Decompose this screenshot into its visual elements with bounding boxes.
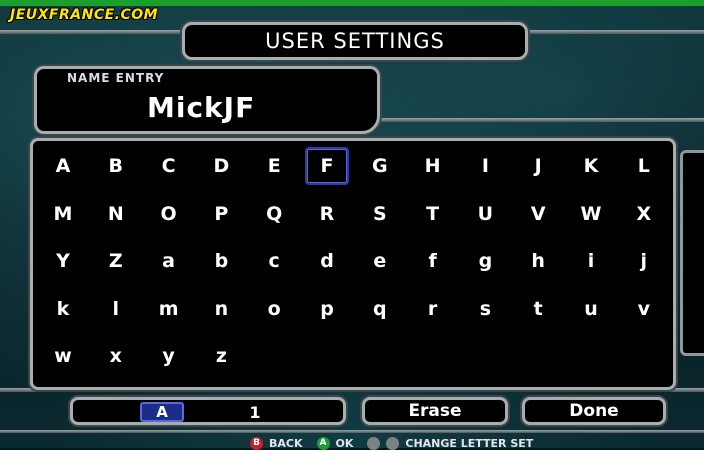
key-W[interactable]: W	[569, 195, 613, 233]
key-L[interactable]: L	[622, 147, 666, 185]
frame-line-lower	[0, 430, 704, 433]
right-side-tab	[680, 150, 704, 356]
key-l[interactable]: l	[94, 290, 138, 328]
key-E[interactable]: E	[252, 147, 296, 185]
key-B[interactable]: B	[94, 147, 138, 185]
key-U[interactable]: U	[463, 195, 507, 233]
key-t[interactable]: t	[516, 290, 560, 328]
key-M[interactable]: M	[41, 195, 85, 233]
key-q[interactable]: q	[358, 290, 402, 328]
name-entry-label: NAME ENTRY	[67, 71, 165, 85]
name-entry-value[interactable]: MickJF	[147, 91, 255, 124]
key-p[interactable]: p	[305, 290, 349, 328]
frame-line-top-left	[0, 30, 182, 34]
key-V[interactable]: V	[516, 195, 560, 233]
key-u[interactable]: u	[569, 290, 613, 328]
key-J[interactable]: J	[516, 147, 560, 185]
frame-line-mid-right	[380, 118, 704, 122]
key-F[interactable]: F	[305, 147, 349, 185]
key-e[interactable]: e	[358, 242, 402, 280]
key-r[interactable]: r	[411, 290, 455, 328]
key-w[interactable]: w	[41, 337, 85, 375]
key-I[interactable]: I	[463, 147, 507, 185]
name-entry-panel: NAME ENTRY MickJF	[34, 66, 380, 134]
key-n[interactable]: n	[199, 290, 243, 328]
key-Z[interactable]: Z	[94, 242, 138, 280]
key-s[interactable]: s	[463, 290, 507, 328]
key-c[interactable]: c	[252, 242, 296, 280]
key-S[interactable]: S	[358, 195, 402, 233]
key-j[interactable]: j	[622, 242, 666, 280]
key-H[interactable]: H	[411, 147, 455, 185]
key-b[interactable]: b	[199, 242, 243, 280]
key-d[interactable]: d	[305, 242, 349, 280]
page-title: USER SETTINGS	[182, 22, 528, 60]
key-K[interactable]: K	[569, 147, 613, 185]
key-C[interactable]: C	[147, 147, 191, 185]
key-o[interactable]: o	[252, 290, 296, 328]
key-y[interactable]: y	[147, 337, 191, 375]
key-T[interactable]: T	[411, 195, 455, 233]
key-k[interactable]: k	[41, 290, 85, 328]
key-f[interactable]: f	[411, 242, 455, 280]
key-Q[interactable]: Q	[252, 195, 296, 233]
key-G[interactable]: G	[358, 147, 402, 185]
key-N[interactable]: N	[94, 195, 138, 233]
key-X[interactable]: X	[622, 195, 666, 233]
done-button[interactable]: Done	[522, 397, 666, 425]
key-Y[interactable]: Y	[41, 242, 85, 280]
top-green-bar	[0, 0, 704, 6]
letter-set-bar	[70, 397, 346, 425]
key-v[interactable]: v	[622, 290, 666, 328]
frame-line-top-right	[525, 30, 704, 34]
key-a[interactable]: a	[147, 242, 191, 280]
key-x[interactable]: x	[94, 337, 138, 375]
key-A[interactable]: A	[41, 147, 85, 185]
erase-button[interactable]: Erase	[362, 397, 508, 425]
key-g[interactable]: g	[463, 242, 507, 280]
key-h[interactable]: h	[516, 242, 560, 280]
key-z[interactable]: z	[199, 337, 243, 375]
key-m[interactable]: m	[147, 290, 191, 328]
letter-keyboard: ABCDEFGHIJKL MNOPQRSTUVWX YZabcdefghij klmn…	[30, 138, 676, 390]
letter-set-indicator[interactable]: A	[140, 402, 184, 422]
key-i[interactable]: i	[569, 242, 613, 280]
key-P[interactable]: P	[199, 195, 243, 233]
key-D[interactable]: D	[199, 147, 243, 185]
key-O[interactable]: O	[147, 195, 191, 233]
letter-set-number: 1	[249, 402, 261, 422]
brand-watermark: JEUXFRANCE.COM	[10, 7, 159, 23]
key-R[interactable]: R	[305, 195, 349, 233]
